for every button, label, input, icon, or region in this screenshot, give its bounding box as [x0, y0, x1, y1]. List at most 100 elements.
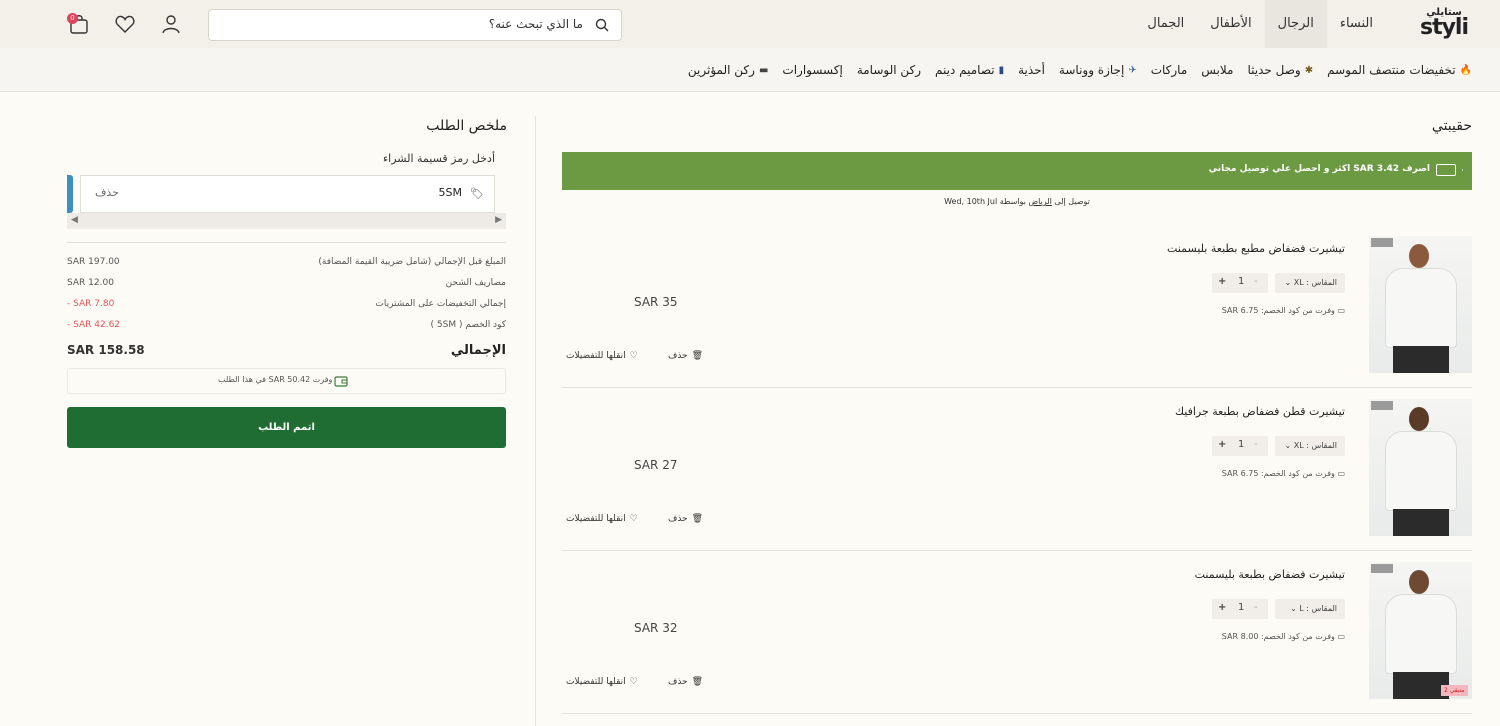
user-icon[interactable] — [160, 13, 182, 35]
cart-item: 2 متبقي تيشيرت فضفاض بطبعة بليسمنت المقا… — [562, 562, 1472, 714]
scroll-left-icon[interactable]: ◀ — [71, 215, 78, 225]
move-to-wishlist-button[interactable]: ♡ انقلها للتفضيلات — [566, 351, 638, 361]
size-selector[interactable]: المقاس : L ⌄ — [1275, 599, 1345, 619]
delete-label: حذف — [668, 677, 688, 687]
decrease-button[interactable]: - — [1254, 439, 1258, 450]
subnav-item-brands[interactable]: ماركات — [1151, 63, 1188, 77]
delivery-info: توصيل إلى الرياض بواسطة Wed, 10th Jul — [562, 197, 1472, 211]
cart-item: تيشيرت قطن فضفاض بطبعة جرافيك المقاس : X… — [562, 399, 1472, 551]
move-to-wishlist-button[interactable]: ♡ انقلها للتفضيلات — [566, 514, 638, 524]
logo-english: styli — [1419, 15, 1469, 40]
saving-text: وفرت من كود الخصم: SAR 6.75 — [1221, 306, 1335, 315]
truck-icon — [1436, 164, 1456, 176]
subnav-label: إجازة ووناسة — [1058, 63, 1125, 77]
checkout-button[interactable]: اتمم الطلب — [67, 407, 506, 448]
increase-button[interactable]: + — [1218, 276, 1226, 287]
subnav-item-accessories[interactable]: إكسسوارات — [782, 63, 842, 77]
subnav-item-denim[interactable]: ▮ تصاميم دينم — [935, 63, 1004, 77]
subnav-item-vacation[interactable]: ✈ إجازة ووناسة — [1059, 63, 1137, 77]
search-input[interactable]: ما الذي تبحث عنه؟ — [208, 9, 622, 41]
ticket-icon: ▭ — [1337, 469, 1345, 478]
subnav-item-new-arrivals[interactable]: ✱ وصل حديثا — [1247, 63, 1313, 77]
fire-icon: 🔥 — [1459, 64, 1472, 76]
size-selector[interactable]: المقاس : XL ⌄ — [1275, 273, 1345, 293]
coupon-saving: ▭ وفرت من كود الخصم: SAR 6.75 — [1222, 469, 1345, 478]
total-value: SAR 158.58 — [67, 343, 145, 357]
quantity-value: 1 — [1238, 439, 1245, 450]
subnav-item-mid-season-sale[interactable]: 🔥 تخفيضات منتصف الموسم — [1327, 63, 1472, 77]
move-to-wishlist-button[interactable]: ♡ انقلها للتفضيلات — [566, 677, 638, 687]
search-placeholder: ما الذي تبحث عنه؟ — [488, 17, 583, 31]
increase-button[interactable]: + — [1218, 602, 1226, 613]
size-value: المقاس : L — [1299, 604, 1337, 613]
delivery-city-link[interactable]: الرياض — [1028, 197, 1051, 206]
delivery-suffix: بواسطة Wed, 10th Jul — [944, 197, 1026, 206]
quantity-stepper[interactable]: - 1 + — [1212, 599, 1268, 619]
summary-row-discounts: إجمالي التخفيضات على المشتريات - SAR 7.8… — [67, 299, 506, 313]
summary-row-label: إجمالي التخفيضات على المشتريات — [375, 299, 506, 309]
summary-row-subtotal: المبلغ قبل الإجمالي (شامل ضريبة القيمة ا… — [67, 257, 506, 271]
summary-row-label: مصاريف الشحن — [445, 278, 506, 288]
wallet-icon — [334, 376, 348, 387]
product-name[interactable]: تيشيرت فضفاض مطبع بطبعة بليسمنت — [1167, 242, 1345, 255]
tab-beauty[interactable]: الجمال — [1134, 0, 1197, 48]
scroll-right-icon[interactable]: ▶ — [495, 215, 502, 225]
subnav-item-clothing[interactable]: ملابس — [1201, 63, 1233, 77]
subnav-label: وصل حديثا — [1247, 63, 1301, 77]
chevron-down-icon: ⌄ — [1284, 441, 1292, 450]
scroll-tab[interactable] — [67, 175, 73, 213]
bag-title: حقيبتي — [1431, 118, 1472, 134]
bullet: · — [1461, 166, 1464, 176]
trash-icon: 🗑 — [691, 351, 704, 361]
remove-coupon-button[interactable]: حذف — [95, 186, 119, 199]
summary-row-coupon: كود الخصم ( 5SM ) - SAR 42.62 — [67, 320, 506, 334]
trash-icon: 🗑 — [691, 677, 704, 687]
denim-icon: ▮ — [998, 64, 1005, 76]
decrease-button[interactable]: - — [1254, 602, 1258, 613]
ticket-icon: ▭ — [1337, 632, 1345, 641]
size-selector[interactable]: المقاس : XL ⌄ — [1275, 436, 1345, 456]
column-divider — [535, 116, 536, 726]
delete-button[interactable]: 🗑 حذف — [668, 677, 703, 687]
top-header: ستايلي styli النساء الرجال الأطفال الجما… — [0, 0, 1500, 48]
increase-button[interactable]: + — [1218, 439, 1226, 450]
wishlist-label: انقلها للتفضيلات — [566, 351, 626, 361]
summary-row-label: المبلغ قبل الإجمالي (شامل ضريبة القيمة ا… — [318, 257, 506, 267]
subnav-label: ملابس — [1201, 63, 1234, 77]
tab-kids[interactable]: الأطفال — [1197, 0, 1264, 48]
decrease-button[interactable]: - — [1254, 276, 1258, 287]
summary-row-label: كود الخصم ( 5SM ) — [430, 320, 506, 330]
product-tag — [1371, 401, 1393, 410]
subnav-item-shoes[interactable]: أحذية — [1018, 63, 1045, 77]
product-image[interactable] — [1369, 399, 1472, 536]
delete-label: حذف — [668, 514, 688, 524]
product-image[interactable]: 2 متبقي — [1369, 562, 1472, 699]
main-nav-tabs: النساء الرجال الأطفال الجمال — [1134, 0, 1386, 48]
cart-item: تيشيرت فضفاض مطبع بطبعة بليسمنت المقاس :… — [562, 236, 1472, 388]
delete-button[interactable]: 🗑 حذف — [668, 514, 703, 524]
search-icon — [595, 18, 609, 32]
saving-text: وفرت من كود الخصم: SAR 6.75 — [1221, 469, 1335, 478]
product-image[interactable] — [1369, 236, 1472, 373]
quantity-stepper[interactable]: - 1 + — [1212, 273, 1268, 293]
wishlist-label: انقلها للتفضيلات — [566, 514, 626, 524]
trash-icon: 🗑 — [691, 514, 704, 524]
horizontal-scrollbar[interactable]: ◀ ▶ — [67, 213, 506, 229]
product-name[interactable]: تيشيرت فضفاض بطبعة بليسمنت — [1195, 568, 1345, 581]
cart-count-badge: 0 — [67, 13, 78, 24]
subnav-item-influencers[interactable]: ▬ ركن المؤثرين — [688, 63, 768, 77]
quantity-stepper[interactable]: - 1 + — [1212, 436, 1268, 456]
product-name[interactable]: تيشيرت قطن فضفاض بطبعة جرافيك — [1175, 405, 1345, 418]
summary-row-value: - SAR 42.62 — [67, 320, 121, 330]
wishlist-label: انقلها للتفضيلات — [566, 677, 626, 687]
tab-men[interactable]: الرجال — [1264, 0, 1327, 48]
sparkle-icon: ✱ — [1304, 64, 1314, 76]
subnav-label: ركن المؤثرين — [687, 63, 755, 77]
heart-icon[interactable] — [114, 13, 136, 35]
tab-women[interactable]: النساء — [1327, 0, 1386, 48]
subnav-item-grooming[interactable]: ركن الوسامة — [857, 63, 921, 77]
subnav-label: أحذية — [1018, 63, 1045, 77]
order-total: الإجمالي SAR 158.58 — [67, 343, 506, 361]
styli-logo[interactable]: ستايلي styli — [1416, 7, 1472, 41]
delete-button[interactable]: 🗑 حذف — [668, 351, 703, 361]
